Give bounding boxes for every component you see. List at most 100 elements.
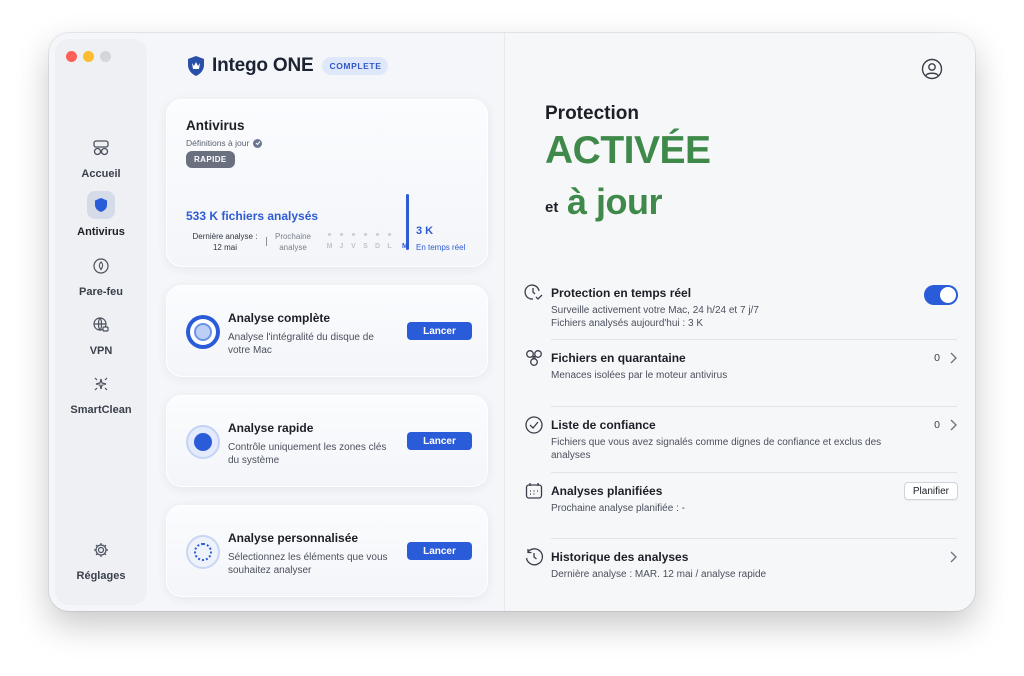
vpn-globe-icon: [88, 312, 114, 338]
scan-title: Analyse complète: [228, 311, 331, 325]
last-scan-info: Dernière analyse : 12 mai: [192, 232, 258, 252]
divider: [266, 237, 267, 246]
row-description: Prochaine analyse planifiée : -: [551, 503, 685, 514]
home-grid-icon: [88, 135, 114, 161]
weekday-timeline: M J V S D L: [326, 233, 393, 250]
sparkle-icon: [88, 371, 114, 397]
scan-history-row[interactable]: Historique des analyses Dernière analyse…: [524, 547, 958, 587]
weekday-label: J: [339, 233, 344, 250]
realtime-activity-bar: [406, 194, 409, 250]
weekday-label: L: [387, 233, 392, 250]
divider: [551, 339, 957, 340]
realtime-protection-toggle[interactable]: [924, 285, 958, 305]
card-title: Antivirus: [186, 118, 245, 133]
realtime-label: En temps réel: [416, 243, 466, 252]
scan-title: Analyse personnalisée: [228, 531, 359, 545]
chevron-right-icon: [950, 352, 957, 364]
schedule-button[interactable]: Planifier: [903, 482, 958, 500]
close-window-button[interactable]: [66, 51, 77, 62]
calendar-icon: [525, 483, 543, 499]
status-heading: Protection: [545, 103, 639, 124]
launch-quick-scan-button[interactable]: Lancer: [407, 432, 472, 450]
gear-icon: [88, 537, 114, 563]
sidebar-item-reglages[interactable]: Réglages: [55, 537, 147, 582]
plan-badge: COMPLETE: [322, 57, 389, 75]
full-scan-card: Analyse complète Analyse l'intégralité d…: [166, 285, 488, 377]
intego-logo-icon: [188, 56, 204, 76]
next-scan-info: Prochaine analyse: [274, 232, 312, 252]
sidebar-item-label: SmartClean: [70, 404, 132, 416]
row-description: Menaces isolées par le moteur antivirus: [551, 370, 728, 381]
row-title: Protection en temps réel: [551, 286, 692, 300]
status-activated: ACTIVÉE: [545, 129, 711, 172]
row-title: Historique des analyses: [551, 550, 689, 564]
launch-custom-scan-button[interactable]: Lancer: [407, 542, 472, 560]
divider: [551, 538, 957, 539]
weekday-label: D: [374, 233, 381, 250]
brand-name: Intego ONE: [212, 55, 314, 76]
custom-scan-icon: [186, 535, 220, 569]
sidebar: Accueil Antivirus Pare-feu VPN SmartClea: [55, 39, 147, 605]
files-scanned-count: 533 K fichiers analysés: [186, 209, 319, 223]
window-controls: [66, 51, 111, 62]
weekday-label-today: M: [402, 243, 408, 250]
definitions-status: Définitions à jour: [186, 138, 263, 148]
full-scan-icon: [186, 315, 220, 349]
chevron-right-icon: [950, 419, 957, 431]
chevron-right-icon: [950, 551, 957, 563]
brand-header: Intego ONE COMPLETE: [186, 55, 389, 77]
status-up-to-date: à jour: [567, 181, 663, 222]
check-circle-icon: [525, 416, 543, 434]
sidebar-item-pare-feu[interactable]: Pare-feu: [55, 253, 147, 298]
trust-list-count: 0: [934, 419, 940, 431]
sidebar-item-label: Antivirus: [77, 226, 125, 238]
launch-full-scan-button[interactable]: Lancer: [407, 322, 472, 340]
scan-description: Analyse l'intégralité du disque de votre…: [228, 332, 374, 356]
zoom-window-button[interactable]: [100, 51, 111, 62]
row-title: Fichiers en quarantaine: [551, 351, 686, 365]
weekday-label: M: [326, 233, 333, 250]
sidebar-item-smartclean[interactable]: SmartClean: [55, 371, 147, 416]
clock-check-icon: [524, 284, 543, 300]
user-account-icon[interactable]: [921, 58, 943, 80]
sidebar-item-label: Accueil: [81, 168, 121, 180]
weekday-label: S: [363, 233, 368, 250]
sidebar-item-label: Réglages: [76, 570, 126, 582]
scan-type-tag: RAPIDE: [186, 151, 235, 168]
status-connector: et: [545, 199, 559, 216]
scan-description: Sélectionnez les éléments que vous souha…: [228, 552, 388, 576]
minimize-window-button[interactable]: [83, 51, 94, 62]
sidebar-item-label: Pare-feu: [78, 286, 124, 298]
divider: [551, 472, 957, 473]
quarantine-count: 0: [934, 352, 940, 364]
row-description: Fichiers que vous avez signalés comme di…: [551, 437, 882, 461]
antivirus-summary-card: Antivirus Définitions à jour RAPIDE 533 …: [166, 99, 488, 267]
sidebar-item-vpn[interactable]: VPN: [55, 312, 147, 357]
divider: [551, 406, 957, 407]
row-description: Dernière analyse : MAR. 12 mai / analyse…: [551, 569, 767, 580]
quarantine-row[interactable]: Fichiers en quarantaine Menaces isolées …: [524, 348, 958, 388]
sidebar-item-label: VPN: [89, 345, 113, 357]
quick-scan-card: Analyse rapide Contrôle uniquement les z…: [166, 395, 488, 487]
trust-list-row[interactable]: Liste de confiance Fichiers que vous ave…: [524, 415, 958, 465]
row-title: Analyses planifiées: [551, 484, 663, 498]
realtime-count: 3 K: [416, 225, 434, 237]
scan-title: Analyse rapide: [228, 421, 314, 435]
sidebar-item-accueil[interactable]: Accueil: [55, 135, 147, 180]
custom-scan-card: Analyse personnalisée Sélectionnez les é…: [166, 505, 488, 597]
app-window: Accueil Antivirus Pare-feu VPN SmartClea: [49, 33, 975, 611]
sidebar-item-antivirus[interactable]: Antivirus: [55, 191, 147, 238]
check-circle-icon: [253, 138, 263, 148]
quick-scan-icon: [186, 425, 220, 459]
row-title: Liste de confiance: [551, 418, 656, 432]
scheduled-scans-row: Analyses planifiées Prochaine analyse pl…: [524, 481, 958, 521]
scan-description: Contrôle uniquement les zones clés du sy…: [228, 442, 387, 466]
biohazard-icon: [526, 350, 542, 366]
weekday-label: V: [351, 233, 356, 250]
protection-panel: Protection ACTIVÉE et à jour Protection …: [504, 33, 975, 611]
shield-icon: [87, 191, 115, 219]
realtime-protection-row: Protection en temps réel Surveille activ…: [524, 283, 958, 333]
row-description: Surveille activement votre Mac, 24 h/24 …: [551, 305, 759, 329]
history-clock-icon: [525, 548, 544, 566]
firewall-icon: [88, 253, 114, 279]
